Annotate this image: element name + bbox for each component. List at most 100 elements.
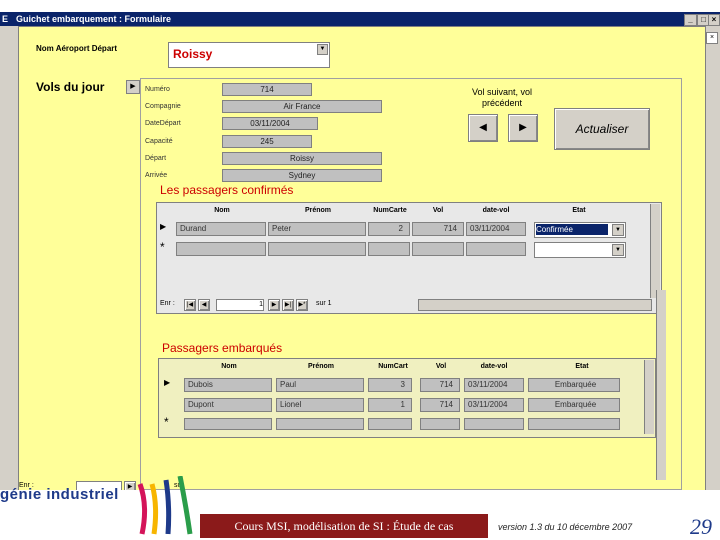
- dropdown-arrow-icon[interactable]: ▼: [317, 44, 328, 55]
- column-header: Prénom: [307, 363, 335, 370]
- empty-cell[interactable]: [268, 242, 366, 256]
- empty-cell[interactable]: [464, 418, 524, 430]
- table-cell[interactable]: Dubois: [184, 378, 272, 392]
- subform-scrollbar[interactable]: [656, 290, 666, 480]
- page-number: 29: [690, 514, 712, 539]
- airport-value: Roissy: [173, 47, 213, 61]
- prev-record-button[interactable]: ◀: [198, 299, 210, 311]
- column-header: Etat: [575, 363, 589, 370]
- flight-label: DateDépart: [145, 120, 181, 127]
- table-cell[interactable]: 03/11/2004: [466, 222, 526, 236]
- column-header: Etat: [572, 207, 586, 214]
- airport-label: Nom Aéroport Départ: [36, 44, 118, 53]
- version-text: version 1.3 du 10 décembre 2007: [498, 522, 633, 532]
- nav-caption: Vol suivant, vol précédent: [471, 87, 533, 108]
- table-cell[interactable]: 714: [420, 378, 460, 392]
- status-combobox-empty[interactable]: ▼: [534, 242, 626, 258]
- new-record-button[interactable]: ▶*: [296, 299, 308, 311]
- table-cell[interactable]: 2: [368, 222, 410, 236]
- empty-cell[interactable]: [466, 242, 526, 256]
- next-flight-button[interactable]: ▶: [508, 114, 538, 142]
- empty-cell[interactable]: [276, 418, 364, 430]
- flight-label: Numéro: [145, 86, 170, 93]
- column-header: Nom: [214, 207, 230, 214]
- column-header: Vol: [435, 363, 447, 370]
- table-cell[interactable]: 03/11/2004: [464, 398, 524, 412]
- next-record-button[interactable]: ▶: [268, 299, 280, 311]
- capacity-field[interactable]: 245: [222, 135, 312, 148]
- close-button[interactable]: ×: [708, 14, 720, 26]
- table-cell[interactable]: Peter: [268, 222, 366, 236]
- empty-cell[interactable]: [184, 418, 272, 430]
- course-banner: Cours MSI, modélisation de SI : Étude de…: [200, 514, 488, 538]
- table-cell[interactable]: 1: [368, 398, 412, 412]
- table-cell[interactable]: 03/11/2004: [464, 378, 524, 392]
- table-cell[interactable]: 714: [412, 222, 464, 236]
- window-frame-left: [0, 26, 18, 496]
- vertical-scrollbar[interactable]: [650, 204, 660, 298]
- table-cell[interactable]: Lionel: [276, 398, 364, 412]
- arrival-field[interactable]: Sydney: [222, 169, 382, 182]
- table-cell[interactable]: 3: [368, 378, 412, 392]
- empty-cell[interactable]: [176, 242, 266, 256]
- status-combobox[interactable]: Confirmée ▼: [534, 222, 626, 238]
- departure-field[interactable]: Roissy: [222, 152, 382, 165]
- new-record-icon: *: [164, 415, 169, 429]
- date-field[interactable]: 03/11/2004: [222, 117, 318, 130]
- airport-combobox[interactable]: Roissy ▼: [168, 42, 330, 68]
- column-header: NumCarte: [373, 207, 407, 214]
- table-cell[interactable]: Embarquée: [528, 398, 620, 412]
- flight-label: Arrivée: [145, 172, 168, 179]
- dropdown-arrow-icon[interactable]: ▼: [612, 224, 624, 236]
- status-value: Confirmée: [536, 224, 608, 235]
- flight-number-field[interactable]: 714: [222, 83, 312, 96]
- current-row-icon: ▶: [164, 378, 171, 387]
- table-cell[interactable]: Embarquée: [528, 378, 620, 392]
- table-cell[interactable]: 714: [420, 398, 460, 412]
- window-frame-right: [704, 26, 720, 496]
- window-titlebar: E Guichet embarquement : Formulaire _ □ …: [0, 12, 720, 26]
- flight-label: Capacité: [145, 138, 173, 145]
- last-record-button[interactable]: ▶|: [282, 299, 294, 311]
- record-nav-label: Enr :: [160, 300, 175, 307]
- empty-cell[interactable]: [528, 418, 620, 430]
- empty-cell[interactable]: [420, 418, 460, 430]
- arrow-right-icon: ▶: [519, 122, 527, 133]
- logo-text: génie industriel: [0, 486, 119, 503]
- empty-cell[interactable]: [368, 418, 412, 430]
- dropdown-arrow-icon[interactable]: ▼: [612, 244, 624, 256]
- new-record-icon: *: [160, 240, 165, 254]
- flight-label: Départ: [145, 155, 167, 162]
- app-icon: E: [2, 14, 9, 24]
- column-header: NumCart: [378, 363, 408, 370]
- confirmed-title: Les passagers confirmés: [160, 183, 294, 197]
- first-record-button[interactable]: |◀: [184, 299, 196, 311]
- column-header: Vol: [432, 207, 444, 214]
- horizontal-scrollbar[interactable]: [418, 299, 652, 311]
- record-selector-icon[interactable]: ▶: [126, 80, 140, 94]
- record-number-input[interactable]: 1: [216, 299, 264, 311]
- column-header: date-vol: [482, 207, 510, 214]
- minimize-button[interactable]: _: [684, 14, 697, 26]
- column-header: date-vol: [480, 363, 508, 370]
- company-field[interactable]: Air France: [222, 100, 382, 113]
- column-header: Prénom: [304, 207, 332, 214]
- record-count: sur 1: [316, 300, 332, 307]
- empty-cell[interactable]: [412, 242, 464, 256]
- column-header: Nom: [221, 363, 237, 370]
- arrow-left-icon: ◀: [479, 122, 487, 133]
- table-cell[interactable]: Dupont: [184, 398, 272, 412]
- section-title: Vols du jour: [36, 80, 105, 94]
- current-row-icon: ▶: [160, 222, 167, 231]
- window-title: Guichet embarquement : Formulaire: [16, 14, 172, 24]
- table-cell[interactable]: Durand: [176, 222, 266, 236]
- previous-flight-button[interactable]: ◀: [468, 114, 498, 142]
- refresh-button[interactable]: Actualiser: [554, 108, 650, 150]
- table-cell[interactable]: Paul: [276, 378, 364, 392]
- empty-cell[interactable]: [368, 242, 410, 256]
- form-close-icon[interactable]: ×: [706, 32, 718, 44]
- vertical-scrollbar[interactable]: [644, 360, 654, 434]
- flight-label: Compagnie: [145, 103, 181, 110]
- logo-stripes-icon: [137, 476, 193, 535]
- boarded-title: Passagers embarqués: [162, 341, 283, 355]
